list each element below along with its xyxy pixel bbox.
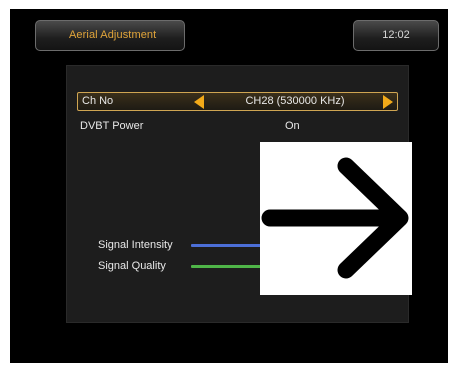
clock-text: 12:02 [382, 29, 410, 41]
arrow-left-icon[interactable] [194, 95, 204, 109]
dvbt-power-value[interactable]: On [285, 120, 300, 132]
clock-display: 12:02 [353, 20, 439, 51]
signal-intensity-label: Signal Intensity [98, 239, 173, 251]
dvbt-power-label: DVBT Power [80, 120, 144, 132]
page-title-text: Aerial Adjustment [69, 29, 157, 41]
page-title: Aerial Adjustment [35, 20, 185, 51]
arrow-right-icon[interactable] [383, 95, 393, 109]
signal-quality-bar [191, 265, 261, 268]
right-arrow-icon [261, 157, 409, 279]
channel-value: CH28 (530000 KHz) [245, 95, 345, 107]
channel-label: Ch No [82, 95, 114, 107]
channel-selector-row[interactable]: Ch No CH28 (530000 KHz) [77, 92, 398, 111]
right-arrow-overlay [260, 142, 412, 295]
signal-quality-label: Signal Quality [98, 260, 166, 272]
signal-intensity-bar [191, 244, 261, 247]
